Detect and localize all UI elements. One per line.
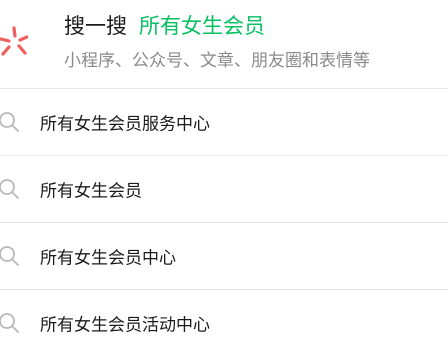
suggestion-label: 所有女生会员中心 <box>40 248 176 269</box>
suggestion-label: 所有女生会员 <box>40 181 142 202</box>
sou-yi-sou-entry[interactable]: 搜一搜 所有女生会员 小程序、公众号、文章、朋友圈和表情等 <box>0 0 448 87</box>
search-icon <box>0 246 19 266</box>
suggestion-item[interactable]: 所有女生会员服务中心 <box>0 89 448 155</box>
suggestion-label: 所有女生会员活动中心 <box>40 315 210 336</box>
search-icon <box>0 112 19 132</box>
search-keyword: 所有女生会员 <box>139 14 265 38</box>
search-icon <box>0 179 19 199</box>
suggestion-item[interactable]: 所有女生会员中心 <box>0 223 448 289</box>
search-suggestions-page: 搜一搜 所有女生会员 小程序、公众号、文章、朋友圈和表情等 所有女生会员服务中心… <box>0 0 448 343</box>
sou-yi-sou-subtitle: 小程序、公众号、文章、朋友圈和表情等 <box>64 51 370 71</box>
suggestion-label: 所有女生会员服务中心 <box>40 114 210 135</box>
search-icon <box>0 313 19 333</box>
sou-yi-sou-logo-icon <box>0 26 28 56</box>
sou-yi-sou-title: 搜一搜 <box>64 14 127 38</box>
suggestion-item[interactable]: 所有女生会员 <box>0 156 448 222</box>
sou-yi-sou-title-row: 搜一搜 所有女生会员 <box>64 10 265 40</box>
suggestion-item[interactable]: 所有女生会员活动中心 <box>0 290 448 343</box>
